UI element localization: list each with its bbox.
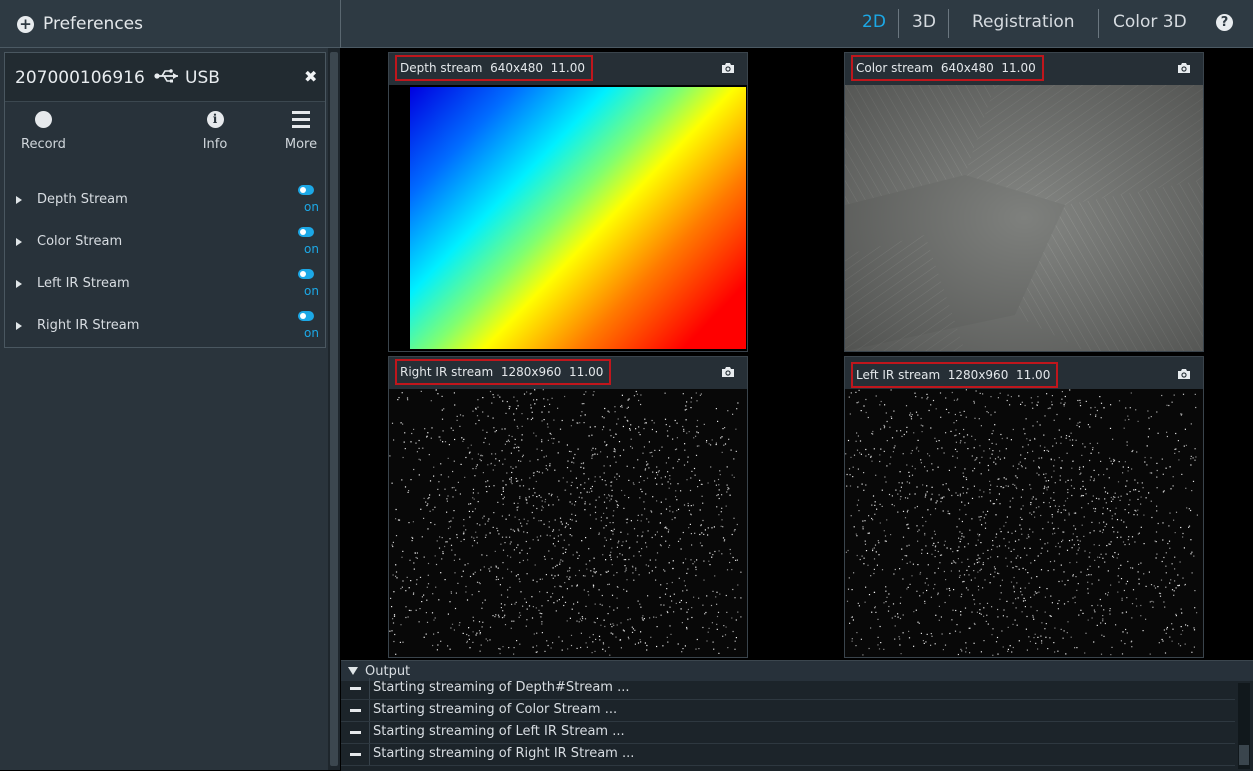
toggle-state-label: on bbox=[304, 284, 319, 298]
color-stream-viewer: Color stream 640x480 11.00 bbox=[844, 52, 1204, 352]
expand-arrow-icon[interactable] bbox=[16, 322, 22, 330]
minus-icon bbox=[350, 709, 361, 712]
left-ir-stream-viewer: Left IR stream 1280x960 11.00 bbox=[844, 356, 1204, 658]
connection-label: USB bbox=[185, 68, 220, 88]
help-icon[interactable]: ? bbox=[1216, 14, 1233, 31]
toggle-state-label: on bbox=[304, 200, 319, 214]
left-ir-stream-image bbox=[845, 389, 1203, 657]
color-stream-image bbox=[845, 85, 1203, 351]
viewer-title: Depth stream 640x480 11.00 bbox=[395, 55, 593, 81]
color-stream-toggle[interactable] bbox=[298, 227, 314, 237]
depth-stream-viewer: Depth stream 640x480 11.00 bbox=[388, 52, 748, 352]
output-panel: Output Starting streaming of Depth#Strea… bbox=[341, 660, 1253, 771]
usb-icon bbox=[154, 69, 178, 83]
log-text: Starting streaming of Left IR Stream ... bbox=[373, 724, 625, 739]
more-label: More bbox=[284, 137, 318, 152]
expand-arrow-icon[interactable] bbox=[16, 196, 22, 204]
stream-row-left-ir[interactable]: Left IR Stream on bbox=[5, 269, 325, 318]
device-header: 207000106916 USB ✖ bbox=[5, 53, 325, 102]
log-entry: Starting streaming of Depth#Stream ... bbox=[341, 678, 1235, 700]
top-bar: + Preferences 2D 3D Registration Color 3… bbox=[0, 0, 1253, 48]
viewer-title: Color stream 640x480 11.00 bbox=[851, 55, 1044, 81]
menu-icon bbox=[292, 111, 310, 128]
depth-stream-toggle[interactable] bbox=[298, 185, 314, 195]
viewer-title: Left IR stream 1280x960 11.00 bbox=[851, 362, 1059, 388]
tab-separator bbox=[948, 9, 949, 38]
device-serial: 207000106916 bbox=[15, 68, 145, 88]
minus-icon bbox=[350, 753, 361, 756]
info-button[interactable]: i Info bbox=[197, 111, 233, 152]
log-text: Starting streaming of Color Stream ... bbox=[373, 702, 618, 717]
viewer-title: Right IR stream 1280x960 11.00 bbox=[395, 359, 612, 385]
expand-arrow-icon[interactable] bbox=[16, 238, 22, 246]
tab-color-3d[interactable]: Color 3D bbox=[1113, 12, 1187, 32]
viewer-header: Depth stream 640x480 11.00 bbox=[389, 53, 747, 85]
output-title: Output bbox=[365, 664, 411, 679]
minus-icon bbox=[350, 687, 361, 690]
tab-registration[interactable]: Registration bbox=[972, 12, 1075, 32]
log-entry: Starting streaming of Color Stream ... bbox=[341, 700, 1235, 722]
right-ir-stream-image bbox=[389, 389, 747, 657]
record-label: Record bbox=[21, 137, 66, 152]
right-ir-stream-toggle[interactable] bbox=[298, 311, 314, 321]
info-label: Info bbox=[202, 137, 228, 152]
viewer-header: Left IR stream 1280x960 11.00 bbox=[845, 357, 1203, 389]
camera-icon[interactable] bbox=[1177, 368, 1191, 380]
close-icon[interactable]: ✖ bbox=[304, 67, 317, 86]
camera-icon[interactable] bbox=[1177, 62, 1191, 74]
minus-icon bbox=[350, 731, 361, 734]
log-text: Starting streaming of Depth#Stream ... bbox=[373, 680, 630, 695]
record-button[interactable]: Record bbox=[21, 111, 66, 152]
stream-label: Right IR Stream bbox=[37, 318, 140, 333]
viewer-header: Right IR stream 1280x960 11.00 bbox=[389, 357, 747, 389]
tab-2d[interactable]: 2D bbox=[862, 12, 886, 32]
tab-3d[interactable]: 3D bbox=[912, 12, 936, 32]
sidebar-scroll-thumb[interactable] bbox=[330, 52, 338, 766]
camera-icon[interactable] bbox=[721, 62, 735, 74]
tab-separator bbox=[1098, 9, 1099, 38]
tab-separator bbox=[898, 9, 899, 38]
expand-arrow-icon[interactable] bbox=[16, 280, 22, 288]
device-panel: 207000106916 USB ✖ Record i Info More De… bbox=[4, 52, 326, 348]
info-icon: i bbox=[206, 111, 224, 128]
camera-icon[interactable] bbox=[721, 366, 735, 378]
output-scroll-thumb[interactable] bbox=[1239, 745, 1249, 765]
toggle-state-label: on bbox=[304, 242, 319, 256]
stream-label: Left IR Stream bbox=[37, 276, 130, 291]
right-ir-stream-viewer: Right IR stream 1280x960 11.00 bbox=[388, 356, 748, 658]
log-entry: Starting streaming of Right IR Stream ..… bbox=[341, 744, 1235, 766]
depth-stream-image bbox=[389, 85, 747, 351]
stream-row-color[interactable]: Color Stream on bbox=[5, 227, 325, 276]
left-ir-stream-toggle[interactable] bbox=[298, 269, 314, 279]
log-entry: Starting streaming of Left IR Stream ... bbox=[341, 722, 1235, 744]
toggle-state-label: on bbox=[304, 326, 319, 340]
collapse-arrow-icon[interactable] bbox=[348, 667, 358, 675]
viewer-header: Color stream 640x480 11.00 bbox=[845, 53, 1203, 85]
log-text: Starting streaming of Right IR Stream ..… bbox=[373, 746, 635, 761]
header-divider bbox=[340, 0, 341, 48]
stream-row-depth[interactable]: Depth Stream on bbox=[5, 185, 325, 234]
preferences-button[interactable]: + Preferences bbox=[17, 12, 143, 36]
plus-icon: + bbox=[17, 15, 34, 33]
stream-label: Depth Stream bbox=[37, 192, 128, 207]
record-icon bbox=[34, 111, 52, 128]
stream-label: Color Stream bbox=[37, 234, 123, 249]
stream-row-right-ir[interactable]: Right IR Stream on bbox=[5, 311, 325, 360]
preferences-label: Preferences bbox=[43, 14, 143, 34]
more-button[interactable]: More bbox=[282, 111, 320, 152]
